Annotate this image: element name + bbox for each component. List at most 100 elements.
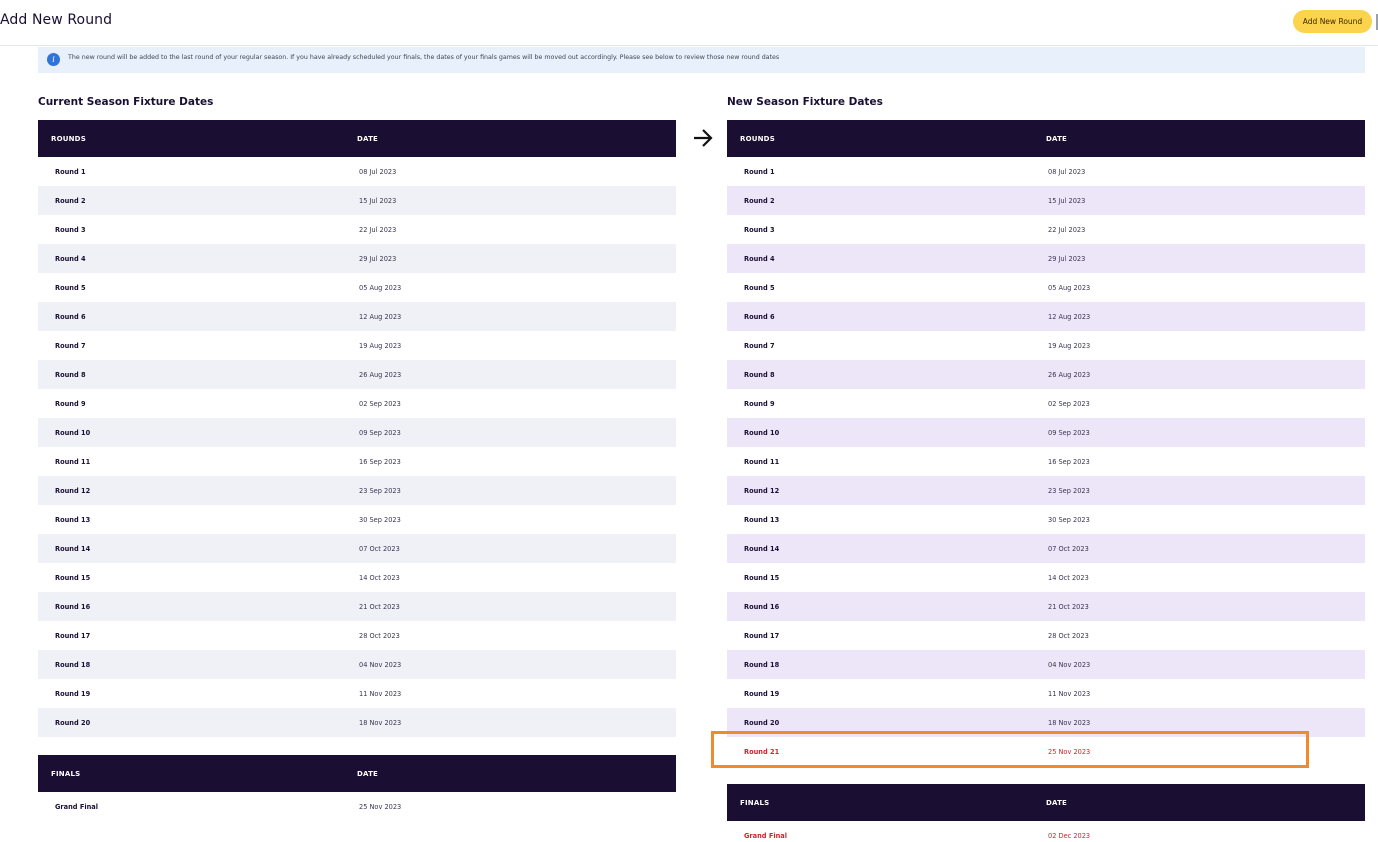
round-name: Round 3 [55, 226, 86, 234]
round-date: 11 Nov 2023 [359, 690, 402, 698]
table-body: Grand Final 25 Nov 2023 [38, 792, 676, 821]
table-header: FINALS DATE [38, 755, 676, 792]
round-date: 04 Nov 2023 [359, 661, 402, 669]
table-header: FINALS DATE [727, 784, 1365, 821]
table-row: Round 11 16 Sep 2023 [38, 447, 676, 476]
round-name: Round 18 [744, 661, 780, 669]
table-row: Round 3 22 Jul 2023 [727, 215, 1365, 244]
table-row: Round 14 07 Oct 2023 [38, 534, 676, 563]
info-text: The new round will be added to the last … [68, 54, 780, 61]
round-date: 12 Aug 2023 [359, 313, 402, 321]
round-name: Round 20 [55, 719, 91, 727]
round-date: 05 Aug 2023 [1048, 284, 1091, 292]
table-row: Round 4 29 Jul 2023 [38, 244, 676, 273]
round-date: 09 Sep 2023 [359, 429, 401, 437]
column-header-finals: FINALS [51, 770, 81, 778]
round-name: Round 10 [744, 429, 780, 437]
round-date: 21 Oct 2023 [359, 603, 400, 611]
table-row: Round 6 12 Aug 2023 [727, 302, 1365, 331]
table-row: Round 18 04 Nov 2023 [727, 650, 1365, 679]
round-date: 02 Dec 2023 [1048, 832, 1091, 840]
table-row: Round 6 12 Aug 2023 [38, 302, 676, 331]
table-row: Round 13 30 Sep 2023 [38, 505, 676, 534]
round-date: 16 Sep 2023 [359, 458, 401, 466]
info-icon: i [47, 53, 60, 66]
round-name: Round 13 [55, 516, 91, 524]
round-date: 25 Nov 2023 [359, 803, 402, 811]
page-header: Add New Round Add New Round [0, 0, 1378, 46]
round-date: 18 Nov 2023 [359, 719, 402, 727]
table-row: Round 16 21 Oct 2023 [727, 592, 1365, 621]
table-body: Round 1 08 Jul 2023 Round 2 15 Jul 2023 Roun… [727, 157, 1365, 766]
round-name: Round 5 [744, 284, 775, 292]
table-row: Round 14 07 Oct 2023 [727, 534, 1365, 563]
round-name: Round 14 [744, 545, 780, 553]
table-row: Round 1 08 Jul 2023 [727, 157, 1365, 186]
table-body: Grand Final 02 Dec 2023 [727, 821, 1365, 842]
round-name: Round 14 [55, 545, 91, 553]
round-date: 12 Aug 2023 [1048, 313, 1091, 321]
arrow-right-icon [694, 129, 713, 147]
round-name: Round 17 [744, 632, 780, 640]
table-row: Round 7 19 Aug 2023 [38, 331, 676, 360]
round-date: 11 Nov 2023 [1048, 690, 1091, 698]
round-date: 19 Aug 2023 [1048, 342, 1091, 350]
round-date: 02 Sep 2023 [359, 400, 401, 408]
round-date: 14 Oct 2023 [1048, 574, 1089, 582]
round-name: Round 4 [744, 255, 775, 263]
round-name: Round 19 [55, 690, 91, 698]
round-date: 16 Sep 2023 [1048, 458, 1090, 466]
round-name: Round 5 [55, 284, 86, 292]
table-header: ROUNDS DATE [727, 120, 1365, 157]
round-name: Round 4 [55, 255, 86, 263]
table-row: Round 17 28 Oct 2023 [38, 621, 676, 650]
round-name: Round 6 [55, 313, 86, 321]
round-name: Round 13 [744, 516, 780, 524]
table-row: Round 15 14 Oct 2023 [727, 563, 1365, 592]
round-date: 29 Jul 2023 [359, 255, 397, 263]
round-name: Round 8 [744, 371, 775, 379]
table-row: Round 19 11 Nov 2023 [38, 679, 676, 708]
table-row: Round 7 19 Aug 2023 [727, 331, 1365, 360]
round-date: 15 Jul 2023 [1048, 197, 1086, 205]
add-new-round-button[interactable]: Add New Round [1293, 10, 1372, 33]
round-name: Round 9 [744, 400, 775, 408]
round-name: Grand Final [55, 803, 98, 811]
round-date: 23 Sep 2023 [359, 487, 401, 495]
table-row: Round 2 15 Jul 2023 [38, 186, 676, 215]
table-row: Round 13 30 Sep 2023 [727, 505, 1365, 534]
round-name: Round 12 [744, 487, 780, 495]
round-date: 05 Aug 2023 [359, 284, 402, 292]
round-name: Grand Final [744, 832, 787, 840]
round-date: 28 Oct 2023 [1048, 632, 1089, 640]
round-name: Round 11 [55, 458, 91, 466]
round-name: Round 18 [55, 661, 91, 669]
table-row: Round 5 05 Aug 2023 [38, 273, 676, 302]
current-rounds-table: ROUNDS DATE Round 1 08 Jul 2023 Round 2 15 … [38, 120, 676, 737]
new-season-title: New Season Fixture Dates [727, 96, 883, 108]
table-row: Grand Final 25 Nov 2023 [38, 792, 676, 821]
round-date: 07 Oct 2023 [359, 545, 400, 553]
table-row: Round 9 02 Sep 2023 [727, 389, 1365, 418]
table-row: Round 19 11 Nov 2023 [727, 679, 1365, 708]
table-row: Round 10 09 Sep 2023 [727, 418, 1365, 447]
round-date: 28 Oct 2023 [359, 632, 400, 640]
round-date: 22 Jul 2023 [359, 226, 397, 234]
info-banner: i The new round will be added to the las… [38, 47, 1365, 73]
round-date: 30 Sep 2023 [359, 516, 401, 524]
column-header-rounds: ROUNDS [740, 135, 775, 143]
table-row: Round 5 05 Aug 2023 [727, 273, 1365, 302]
round-name: Round 7 [55, 342, 86, 350]
round-name: Round 10 [55, 429, 91, 437]
new-round-highlight [711, 731, 1309, 768]
round-name: Round 7 [744, 342, 775, 350]
round-date: 21 Oct 2023 [1048, 603, 1089, 611]
round-name: Round 9 [55, 400, 86, 408]
table-row: Round 9 02 Sep 2023 [38, 389, 676, 418]
column-header-date: DATE [357, 770, 379, 778]
table-row: Round 4 29 Jul 2023 [727, 244, 1365, 273]
round-date: 23 Sep 2023 [1048, 487, 1090, 495]
table-row: Round 20 18 Nov 2023 [38, 708, 676, 737]
table-row: Round 15 14 Oct 2023 [38, 563, 676, 592]
round-date: 09 Sep 2023 [1048, 429, 1090, 437]
